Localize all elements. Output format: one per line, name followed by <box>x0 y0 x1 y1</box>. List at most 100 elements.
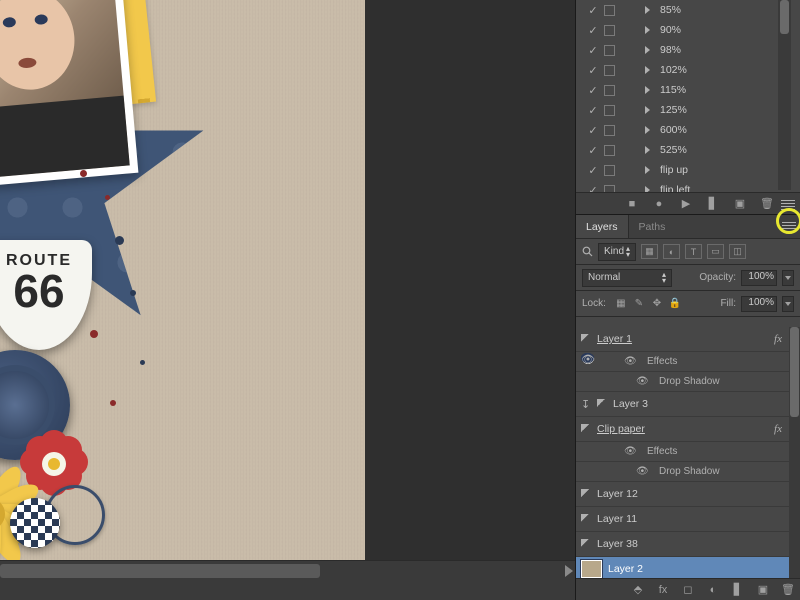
new-action-icon[interactable]: ▣ <box>733 197 747 211</box>
layer-row[interactable]: 👁Layer 38 <box>576 532 800 557</box>
adjustment-layer-icon[interactable]: ◐ <box>706 583 720 597</box>
layer-mask-icon[interactable]: ◻ <box>681 583 695 597</box>
opacity-input[interactable]: 100% <box>741 270 777 286</box>
dialog-toggle[interactable] <box>604 105 615 116</box>
expand-icon[interactable] <box>645 146 650 154</box>
horizontal-scrollbar[interactable] <box>0 560 575 580</box>
scroll-right-arrow[interactable] <box>565 565 573 577</box>
document-canvas[interactable]: ROUTE 66 <box>0 0 365 565</box>
action-step[interactable]: ✓98% <box>576 40 800 60</box>
dialog-toggle[interactable] <box>604 85 615 96</box>
trash-icon[interactable]: 🗑 <box>760 197 774 211</box>
expand-icon[interactable] <box>645 86 650 94</box>
lock-all-icon[interactable]: 🔒 <box>668 297 682 311</box>
action-step[interactable]: ✓flip up <box>576 160 800 180</box>
action-step[interactable]: ✓90% <box>576 20 800 40</box>
scrollbar-thumb[interactable] <box>0 564 320 578</box>
action-step[interactable]: ✓125% <box>576 100 800 120</box>
layer-row[interactable]: 👁Layer 12 <box>576 482 800 507</box>
layer-row[interactable]: 👁Layer 1fx▾ <box>576 327 800 352</box>
layer-row[interactable]: 👁Clip paperfx▾ <box>576 417 800 442</box>
check-icon[interactable]: ✓ <box>588 144 598 157</box>
effects-row[interactable]: 👁Effects <box>576 352 800 372</box>
filter-adjustment-icon[interactable]: ◐ <box>663 244 680 259</box>
layers-scrollbar[interactable] <box>789 327 800 578</box>
fill-input[interactable]: 100% <box>741 296 777 312</box>
effects-row[interactable]: 👁Effects <box>576 442 800 462</box>
filter-smart-icon[interactable]: ◫ <box>729 244 746 259</box>
fill-dropdown[interactable] <box>782 296 794 312</box>
expand-icon[interactable] <box>645 66 650 74</box>
dialog-toggle[interactable] <box>604 65 615 76</box>
filter-shape-icon[interactable]: ▭ <box>707 244 724 259</box>
effect-item-row[interactable]: 👁Drop Shadow <box>576 462 800 482</box>
tab-paths[interactable]: Paths <box>629 221 676 233</box>
dialog-toggle[interactable] <box>604 165 615 176</box>
expand-icon[interactable] <box>645 46 650 54</box>
check-icon[interactable]: ✓ <box>588 104 598 117</box>
fx-badge[interactable]: fx <box>774 333 782 345</box>
check-icon[interactable]: ✓ <box>588 124 598 137</box>
scrollbar-thumb[interactable] <box>790 327 799 417</box>
check-icon[interactable]: ✓ <box>588 164 598 177</box>
filter-type-icon[interactable]: T <box>685 244 702 259</box>
new-layer-icon[interactable]: ▣ <box>756 583 770 597</box>
visibility-icon[interactable]: 👁 <box>636 466 648 477</box>
delete-layer-icon[interactable]: 🗑 <box>781 583 795 597</box>
lock-pixels-icon[interactable]: ✎ <box>632 297 646 311</box>
filter-pixel-icon[interactable]: ▦ <box>641 244 658 259</box>
new-folder-icon[interactable]: ▋ <box>706 197 720 211</box>
layer-name[interactable]: Layer 11 <box>597 513 800 525</box>
expand-icon[interactable] <box>645 166 650 174</box>
fx-badge[interactable]: fx <box>774 423 782 435</box>
expand-icon[interactable] <box>645 106 650 114</box>
layer-row[interactable]: 👁Layer 2 <box>576 557 800 578</box>
dialog-toggle[interactable] <box>604 25 615 36</box>
visibility-icon[interactable]: 👁 <box>636 376 648 387</box>
check-icon[interactable]: ✓ <box>588 24 598 37</box>
stop-icon[interactable]: ■ <box>625 197 639 211</box>
dialog-toggle[interactable] <box>604 45 615 56</box>
layers-list[interactable]: 👁Layer 1fx▾👁Effects👁Drop Shadow👁↧Layer 3… <box>576 327 800 578</box>
layer-name[interactable]: Layer 3 <box>613 398 800 410</box>
check-icon[interactable]: ✓ <box>588 84 598 97</box>
actions-scrollbar[interactable] <box>778 0 791 190</box>
dialog-toggle[interactable] <box>604 125 615 136</box>
scrollbar-thumb[interactable] <box>780 0 789 34</box>
layer-row[interactable]: 👁↧Layer 3 <box>576 392 800 417</box>
check-icon[interactable]: ✓ <box>588 4 598 17</box>
check-icon[interactable]: ✓ <box>588 44 598 57</box>
layer-name[interactable]: Layer 12 <box>597 488 800 500</box>
visibility-icon[interactable]: 👁 <box>624 446 636 457</box>
layer-name[interactable]: Layer 2 <box>608 563 800 575</box>
action-step[interactable]: ✓102% <box>576 60 800 80</box>
play-icon[interactable]: ▶ <box>679 197 693 211</box>
layer-style-icon[interactable]: fx <box>656 583 670 597</box>
blend-mode-select[interactable]: Normal▴▾ <box>582 269 672 287</box>
layer-name[interactable]: Clip paper <box>597 423 768 435</box>
link-layers-icon[interactable]: ⬘ <box>631 583 645 597</box>
panel-menu-icon[interactable] <box>781 198 795 210</box>
filter-kind-select[interactable]: Kind▴▾ <box>598 243 636 261</box>
lock-transparency-icon[interactable]: ▦ <box>614 297 628 311</box>
action-step[interactable]: ✓525% <box>576 140 800 160</box>
new-group-icon[interactable]: ▋ <box>731 583 745 597</box>
layers-panel-menu-icon[interactable] <box>782 222 796 232</box>
dialog-toggle[interactable] <box>604 145 615 156</box>
record-icon[interactable]: ● <box>652 197 666 211</box>
expand-icon[interactable] <box>645 26 650 34</box>
lock-position-icon[interactable]: ✥ <box>650 297 664 311</box>
action-step[interactable]: ✓600% <box>576 120 800 140</box>
expand-icon[interactable] <box>645 126 650 134</box>
layer-name[interactable]: Layer 1 <box>597 333 768 345</box>
check-icon[interactable]: ✓ <box>588 64 598 77</box>
tab-layers[interactable]: Layers <box>576 215 629 238</box>
layer-row[interactable]: 👁Layer 11 <box>576 507 800 532</box>
dialog-toggle[interactable] <box>604 5 615 16</box>
action-step[interactable]: ✓85% <box>576 0 800 20</box>
expand-icon[interactable] <box>645 6 650 14</box>
effect-item-row[interactable]: 👁Drop Shadow <box>576 372 800 392</box>
opacity-dropdown[interactable] <box>782 270 794 286</box>
layer-thumbnail[interactable] <box>581 560 602 578</box>
visibility-icon[interactable]: 👁 <box>624 356 636 367</box>
